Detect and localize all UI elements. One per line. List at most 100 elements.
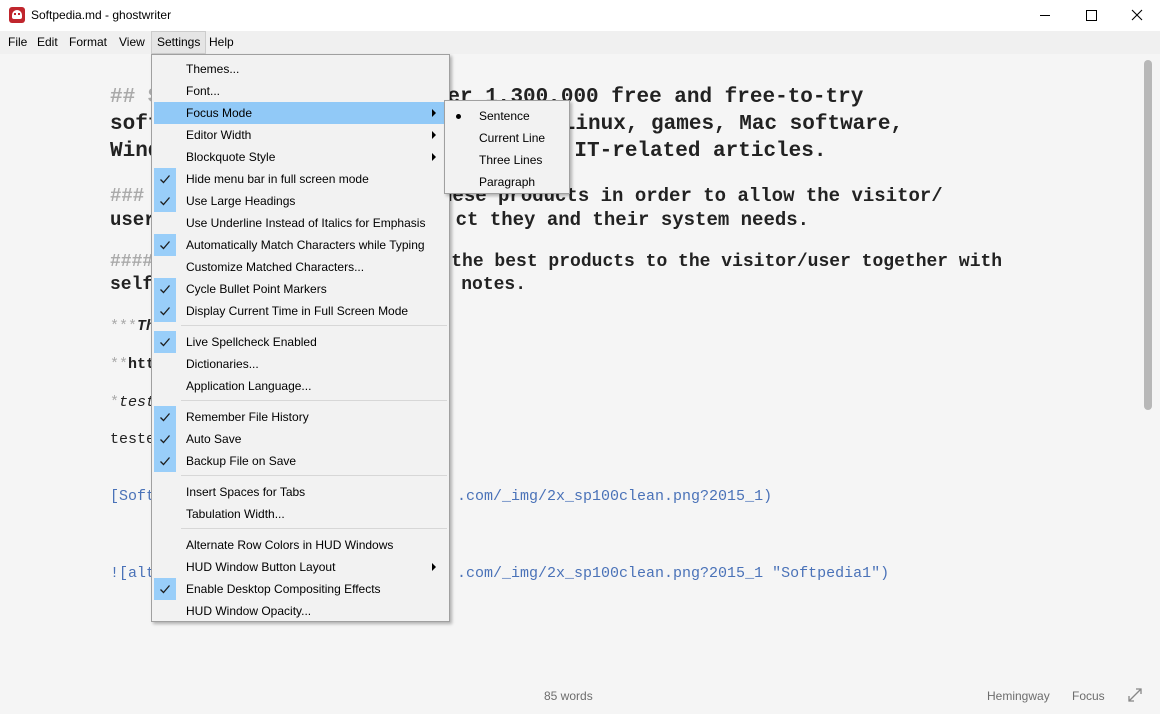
menu-item-blockquote-style[interactable]: Blockquote Style [154,146,448,168]
menu-item-label: Themes... [186,62,240,76]
submenu-arrow-icon [432,131,436,139]
menu-item-large-headings[interactable]: Use Large Headings [154,190,448,212]
menu-separator [181,400,447,401]
link-url: .com/_img/2x_sp100clean.png?2015_1) [457,488,773,505]
menu-separator [181,475,447,476]
submenu-item-sentence[interactable]: Sentence [447,105,567,127]
emphasis-marker: * [110,394,120,411]
editor-text: nix/Linux, games, Mac software, [512,113,904,136]
word-count: 85 words [544,689,593,703]
menu-item-customize-matched[interactable]: Customize Matched Characters... [154,256,448,278]
menu-item-live-spellcheck[interactable]: Live Spellcheck Enabled [154,331,448,353]
menu-item-label: Alternate Row Colors in HUD Windows [186,538,394,552]
close-icon [1131,9,1143,21]
close-button[interactable] [1114,0,1160,31]
editor-line-11: teste [110,431,155,448]
menu-item-label: Tabulation Width... [186,507,285,521]
menu-item-hide-menubar[interactable]: Hide menu bar in full screen mode [154,168,448,190]
menu-file[interactable]: File [3,31,32,54]
menu-item-themes[interactable]: Themes... [154,58,448,80]
ghostwriter-app-icon [9,7,25,23]
submenu-item-paragraph[interactable]: Paragraph [447,171,567,193]
submenu-item-three-lines[interactable]: Three Lines [447,149,567,171]
editor-text: IT-related articles. [574,140,827,163]
focus-mode-submenu: Sentence Current Line Three Lines Paragr… [444,100,570,194]
editor-text: user [110,209,156,231]
submenu-item-label: Sentence [479,109,530,123]
menu-item-label: Use Large Headings [186,194,296,208]
radio-selected-icon [456,114,461,119]
submenu-item-current-line[interactable]: Current Line [447,127,567,149]
editor-text: self [110,275,154,295]
link-url: .com/_img/2x_sp100clean.png?2015_1 "Soft… [457,565,890,582]
menu-separator [181,528,447,529]
editor-line-9: **htt [110,356,155,373]
menu-item-label: Dictionaries... [186,357,259,371]
fullscreen-expand-icon[interactable] [1127,687,1143,703]
editor-text: the best products to the visitor/user to… [451,252,1003,272]
menu-format[interactable]: Format [64,31,112,54]
menu-item-label: Auto Save [186,432,242,446]
settings-menu: Themes... Font... Focus Mode Editor Widt… [151,54,450,622]
menu-item-label: Remember File History [186,410,309,424]
menu-item-file-history[interactable]: Remember File History [154,406,448,428]
checkmark-icon [154,578,176,600]
maximize-button[interactable] [1068,0,1114,31]
menu-item-alternate-rows[interactable]: Alternate Row Colors in HUD Windows [154,534,448,556]
link-text: [Soft [110,488,156,505]
heading-marker: #### [110,252,154,272]
status-bar: 85 words Hemingway Focus [0,680,1160,714]
submenu-arrow-icon [432,109,436,117]
menu-item-label: Application Language... [186,379,312,393]
title-bar: Softpedia.md - ghostwriter [0,0,1160,31]
menu-item-auto-match[interactable]: Automatically Match Characters while Typ… [154,234,448,256]
checkmark-icon [154,168,176,190]
checkmark-icon [154,428,176,450]
menu-item-dictionaries[interactable]: Dictionaries... [154,353,448,375]
submenu-item-label: Current Line [479,131,546,145]
menu-item-label: Insert Spaces for Tabs [186,485,306,499]
vertical-scrollbar[interactable] [1144,60,1152,410]
menu-settings[interactable]: Settings [151,31,207,54]
menu-item-cycle-bullets[interactable]: Cycle Bullet Point Markers [154,278,448,300]
menu-item-label: Cycle Bullet Point Markers [186,282,327,296]
editor-text: teste [110,431,156,448]
menu-item-hud-opacity[interactable]: HUD Window Opacity... [154,600,448,622]
editor-line-10: *test [110,394,155,411]
menu-item-hud-button-layout[interactable]: HUD Window Button Layout [154,556,448,578]
menu-item-desktop-compositing[interactable]: Enable Desktop Compositing Effects [154,578,448,600]
minimize-button[interactable] [1022,0,1068,31]
editor-text: test [119,394,156,411]
menu-item-underline-emphasis[interactable]: Use Underline Instead of Italics for Emp… [154,212,448,234]
submenu-arrow-icon [432,153,436,161]
menu-item-label: Hide menu bar in full screen mode [186,172,369,186]
menu-item-label: Backup File on Save [186,454,297,468]
menu-item-app-language[interactable]: Application Language... [154,375,448,397]
menu-item-spaces-for-tabs[interactable]: Insert Spaces for Tabs [154,481,448,503]
focus-button[interactable]: Focus [1072,689,1105,703]
link-text: ![alt [110,565,156,582]
checkmark-icon [154,234,176,256]
theme-button[interactable]: Hemingway [987,689,1050,703]
menu-item-display-time[interactable]: Display Current Time in Full Screen Mode [154,300,448,322]
menu-item-tab-width[interactable]: Tabulation Width... [154,503,448,525]
checkmark-icon [154,190,176,212]
editor-text: notes. [461,275,527,295]
checkmark-icon [154,331,176,353]
menu-item-font[interactable]: Font... [154,80,448,102]
menu-item-label: HUD Window Opacity... [186,604,312,618]
menu-view[interactable]: View [114,31,150,54]
checkmark-icon [154,278,176,300]
menu-item-label: Blockquote Style [186,150,276,164]
menu-help[interactable]: Help [204,31,239,54]
menu-item-backup-on-save[interactable]: Backup File on Save [154,450,448,472]
menu-separator [181,325,447,326]
menu-edit[interactable]: Edit [32,31,63,54]
menu-item-label: Automatically Match Characters while Typ… [186,238,425,252]
menu-item-label: Customize Matched Characters... [186,260,365,274]
menu-item-editor-width[interactable]: Editor Width [154,124,448,146]
submenu-item-label: Three Lines [479,153,543,167]
menu-item-label: HUD Window Button Layout [186,560,336,574]
menu-item-focus-mode[interactable]: Focus Mode [154,102,448,124]
menu-item-auto-save[interactable]: Auto Save [154,428,448,450]
